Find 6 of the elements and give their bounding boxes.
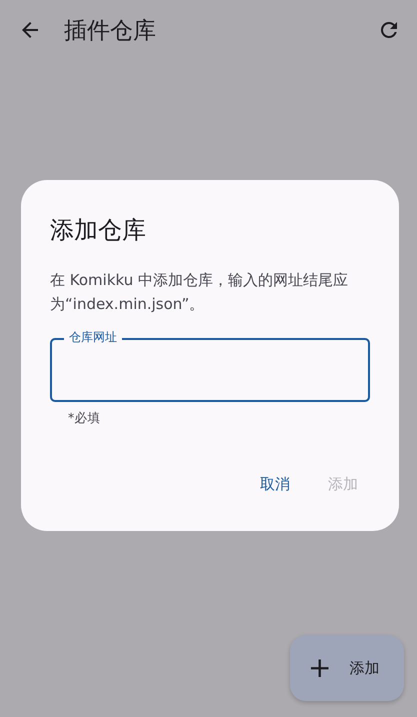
add-fab[interactable]: + 添加 xyxy=(290,635,404,701)
helper-text: *必填 xyxy=(68,410,100,427)
dialog-message: 在 Komikku 中添加仓库，输入的网址结尾应为“index.min.json”。 xyxy=(50,270,350,315)
screen-title: 插件仓库 xyxy=(64,16,157,46)
dialog-title: 添加仓库 xyxy=(50,215,147,246)
cancel-button[interactable]: 取消 xyxy=(248,467,302,502)
